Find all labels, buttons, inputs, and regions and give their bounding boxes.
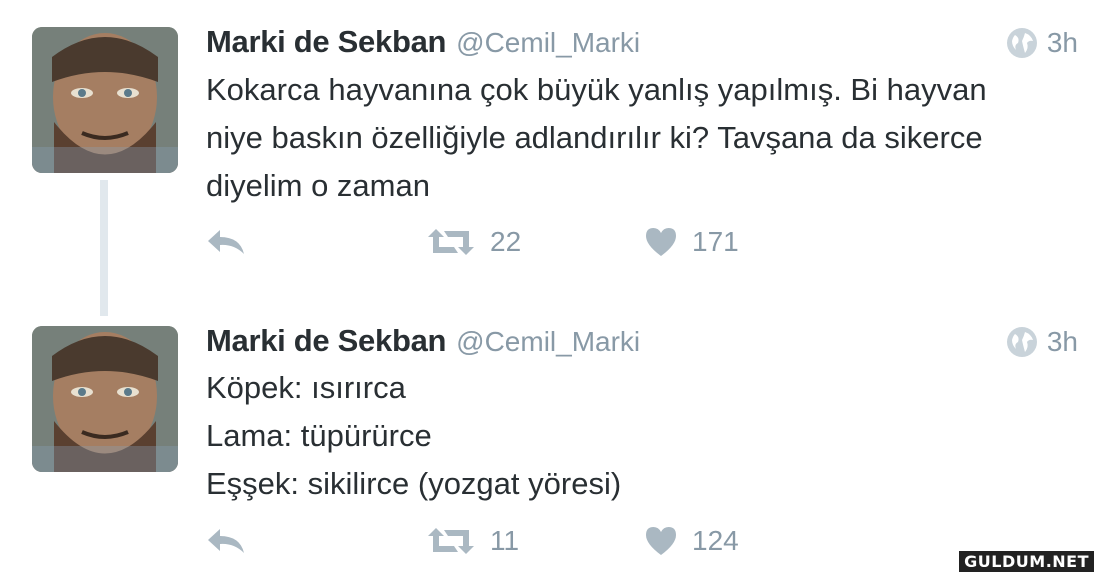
tweet-meta: 3h [1005,325,1078,359]
heart-icon [646,527,676,555]
retweet-icon [428,229,474,255]
tweet-text-line: Lama: tüpürürce [206,418,432,453]
author-name[interactable]: Marki de Sekban [206,24,446,60]
retweet-icon [428,528,474,554]
tweet-text-line: Kokarca hayvanına çok büyük yanlış yapıl… [206,72,987,107]
avatar[interactable] [32,27,178,173]
tweet-text-line: diyelim o zaman [206,168,430,203]
tweet-text-line: Köpek: ısırırca [206,370,406,405]
like-count: 171 [692,226,739,257]
reply-button[interactable] [206,521,246,561]
retweet-button[interactable]: 22 [426,222,521,262]
tweet-actions: 11 124 [206,521,806,561]
author-handle[interactable]: @Cemil_Marki [456,326,640,358]
globe-icon [1006,28,1037,58]
retweet-count: 11 [490,525,520,556]
tweet-actions: 22 171 [206,222,806,262]
avatar[interactable] [32,326,178,472]
tweet-meta: 3h [1005,26,1078,60]
tweet-text: Kokarca hayvanına çok büyük yanlış yapıl… [206,66,1076,210]
like-button[interactable]: 124 [644,521,739,561]
reply-icon [208,230,244,254]
reply-icon [208,529,244,553]
thread-connector [100,180,108,316]
tweet-text-line: Eşşek: sikilirce (yozgat yöresi) [206,466,622,501]
author-handle[interactable]: @Cemil_Marki [456,27,640,59]
retweet-button[interactable]: 11 [426,521,519,561]
tweet-header: Marki de Sekban @Cemil_Marki [206,323,640,363]
globe-icon [1006,327,1037,357]
tweet-header: Marki de Sekban @Cemil_Marki [206,24,640,64]
tweet-text: Köpek: ısırırca Lama: tüpürürce Eşşek: s… [206,364,1076,508]
timestamp[interactable]: 3h [1047,326,1078,358]
like-button[interactable]: 171 [644,222,739,262]
retweet-count: 22 [490,226,522,257]
author-name[interactable]: Marki de Sekban [206,323,446,359]
reply-button[interactable] [206,222,246,262]
heart-icon [646,228,676,256]
timestamp[interactable]: 3h [1047,27,1078,59]
like-count: 124 [692,525,739,556]
tweet-text-line: niye baskın özelliğiyle adlandırılır ki?… [206,120,983,155]
watermark: GULDUM.NET [959,551,1094,572]
